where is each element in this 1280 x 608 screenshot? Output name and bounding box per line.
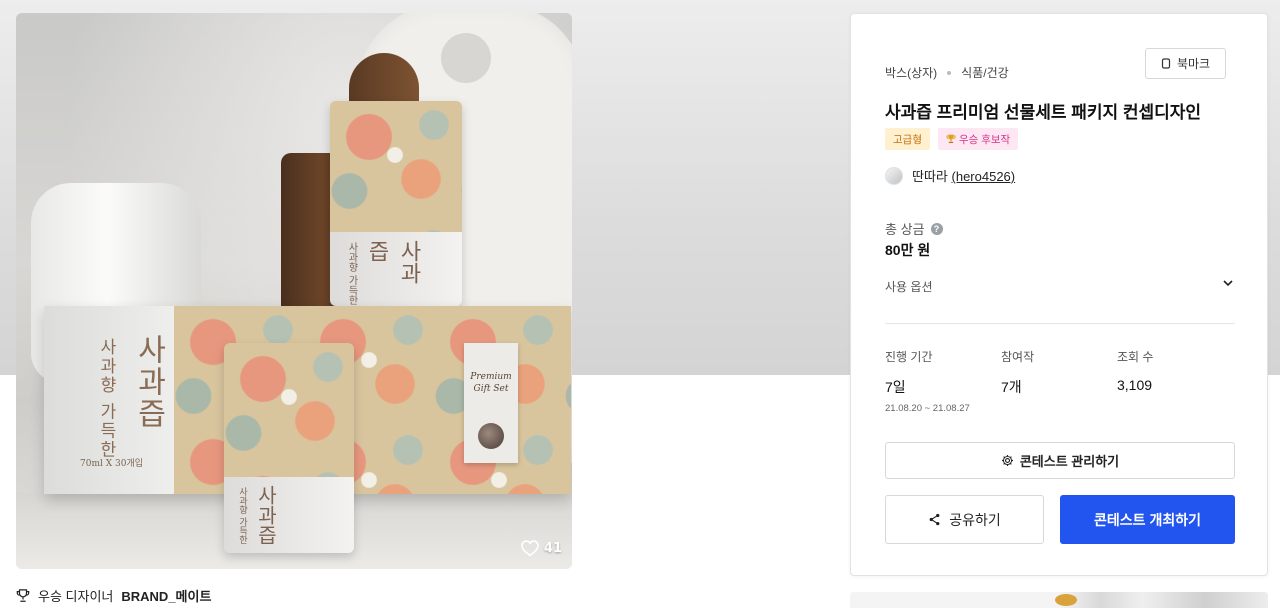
period-range: 21.08.20 ~ 21.08.27: [885, 403, 970, 414]
breadcrumb: 박스(상자) 식품/건강: [885, 64, 1009, 81]
designer-prefix: 우승 디자이너: [38, 589, 114, 604]
share-label: 공유하기: [949, 511, 1001, 528]
category-food[interactable]: 식품/건강: [961, 64, 1009, 81]
chevron-down-icon: [1223, 280, 1233, 287]
image-pouch-front: 사과즙 사과향 가득한: [224, 343, 354, 553]
gift-tag-text: Premium Gift Set: [470, 372, 512, 394]
author-id[interactable]: (hero4526): [952, 169, 1016, 184]
participants-label: 참여작: [1001, 350, 1035, 364]
winning-designer: 우승 디자이너 BRAND_메이트: [16, 586, 211, 605]
box-main-text: 사과즙: [131, 334, 166, 430]
manage-contest-label: 콘테스트 관리하기: [1019, 454, 1120, 469]
trophy-icon: [16, 588, 30, 602]
total-prize-label: 총 상금 ?: [885, 219, 943, 238]
designer-name[interactable]: BRAND_메이트: [121, 586, 211, 605]
options-label: 사용 옵션: [885, 280, 933, 294]
box-volume-text: 70ml X 30개입: [80, 459, 144, 469]
apple-icon: [478, 423, 504, 449]
badge-list: 고급형 우승 후보작: [885, 128, 1019, 150]
share-button[interactable]: 공유하기: [885, 495, 1044, 544]
bookmark-icon: [1161, 58, 1171, 69]
gear-icon: [1001, 454, 1013, 467]
candidate-badge: 우승 후보작: [937, 128, 1019, 150]
next-card-preview[interactable]: [850, 592, 1268, 608]
trophy-icon: [946, 134, 956, 144]
image-board-hole: [441, 33, 491, 83]
pouch-back-sub-text: 사과향 가득한: [346, 242, 357, 306]
box-sub-text: 사과향 가득한: [96, 338, 116, 460]
manage-contest-button[interactable]: 콘테스트 관리하기: [885, 442, 1235, 479]
divider: [885, 323, 1235, 324]
like-button[interactable]: 41: [520, 539, 562, 557]
help-icon[interactable]: ?: [930, 222, 943, 235]
contest-title: 사과즙 프리미엄 선물세트 패키지 컨셉디자인: [885, 103, 1202, 122]
bookmark-label: 북마크: [1176, 57, 1211, 71]
category-box[interactable]: 박스(상자): [885, 64, 937, 81]
heart-icon: [521, 540, 539, 557]
separator-dot: [947, 70, 952, 75]
avatar: [885, 166, 903, 185]
participants-value: 7개: [1001, 379, 1022, 395]
host-contest-button[interactable]: 콘테스트 개최하기: [1060, 495, 1235, 544]
grade-badge: 고급형: [885, 128, 930, 150]
share-icon: [929, 513, 940, 526]
pouch-back-main-text: 사과즙: [364, 240, 421, 285]
pouch-front-main-text: 사과즙: [254, 485, 278, 546]
candidate-badge-label: 우승 후보작: [958, 133, 1011, 146]
bookmark-button[interactable]: 북마크: [1145, 48, 1226, 79]
views-value: 3,109: [1117, 377, 1153, 393]
pouch-front-sub-text: 사과향 가득한: [237, 487, 247, 545]
total-prize-value: 80만 원: [885, 242, 931, 258]
views-label: 조회 수: [1117, 350, 1154, 364]
image-pouch-back: 사과즙 사과향 가득한: [330, 101, 462, 306]
author-info[interactable]: 딴따라 (hero4526): [885, 166, 1015, 185]
period-value: 7일: [885, 379, 906, 395]
contest-info-card: 박스(상자) 식품/건강 북마크 사과즙 프리미엄 선물세트 패키지 컨셉디자인…: [850, 13, 1268, 576]
image-gift-tag: Premium Gift Set: [464, 343, 518, 463]
period-label: 진행 기간: [885, 350, 933, 364]
options-dropdown[interactable]: 사용 옵션: [885, 278, 1235, 294]
stat-views: 조회 수 3,109: [1117, 348, 1153, 393]
author-name: 딴따라: [912, 169, 948, 184]
stat-period: 진행 기간 7일 21.08.20 ~ 21.08.27: [885, 348, 970, 414]
like-count: 41: [543, 540, 562, 556]
stat-participants: 참여작 7개: [1001, 348, 1034, 397]
product-image[interactable]: 사과즙 사과향 가득한 사과즙 사과향 가득한 70ml X 30개입 Prem…: [16, 13, 572, 569]
